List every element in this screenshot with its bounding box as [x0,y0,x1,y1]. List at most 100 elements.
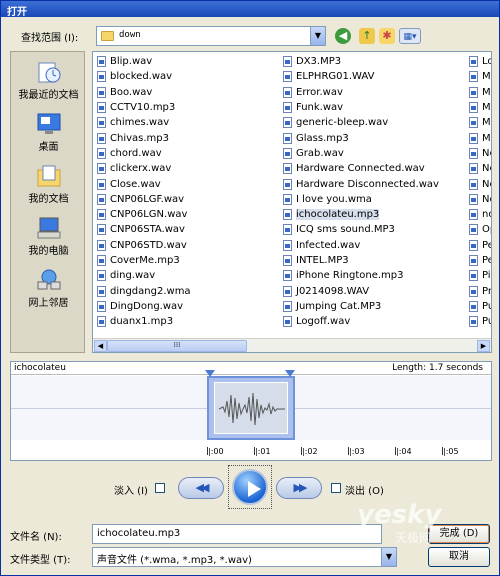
scroll-right-icon[interactable]: ▶ [477,340,490,352]
file-item[interactable]: Lo [469,54,491,69]
place-recent-documents[interactable]: 我最近的文档 [11,56,86,106]
file-item[interactable]: Hardware Connected.wav [283,161,439,176]
place-network[interactable]: 网上邻居 [11,264,86,314]
lookin-value: down [119,30,141,40]
audio-file-icon [469,224,478,236]
file-name: Pe [482,255,491,266]
file-item[interactable]: CNP06STA.wav [97,222,191,237]
file-item[interactable]: duanx1.mp3 [97,314,191,329]
file-item[interactable]: CCTV10.mp3 [97,100,191,115]
fade-in-checkbox[interactable] [155,483,165,493]
file-item[interactable]: Jumping Cat.MP3 [283,299,439,314]
new-folder-icon[interactable]: ✱ [379,28,395,44]
file-item[interactable]: Pr [469,283,492,298]
cancel-button[interactable]: 取消 [428,547,490,567]
file-item[interactable]: No [469,176,491,191]
file-name: M [482,86,491,98]
file-item[interactable]: chord.wav [97,146,191,161]
file-item[interactable]: ding.wav [97,268,191,283]
file-item[interactable]: M [469,100,491,115]
file-item[interactable]: Pu [469,299,491,314]
file-name: Logoff.wav [296,316,351,328]
file-item[interactable]: Hardware Disconnected.wav [283,176,439,191]
file-item[interactable]: J0214098.WAV [283,283,439,298]
file-item[interactable]: Pi [469,268,491,283]
file-item[interactable]: Glass.mp3 [283,130,439,145]
chevron-down-icon[interactable]: ▼ [381,548,396,566]
file-item[interactable]: DX3.MP3 [283,54,439,69]
file-item[interactable]: Funk.wav [283,100,439,115]
filetype-select[interactable]: 声音文件 (*.wma, *.mp3, *.wav) ▼ [92,547,397,567]
file-item[interactable]: Chivas.mp3 [97,130,191,145]
file-item[interactable]: INTEL.MP3 [283,253,439,268]
chevron-down-icon[interactable]: ▼ [310,27,325,45]
audio-file-icon [283,102,292,114]
lookin-combo[interactable]: down ▼ [96,26,326,46]
folder-icon [101,31,114,41]
file-item[interactable]: No [469,192,491,207]
file-item[interactable]: Blip.wav [97,54,191,69]
audio-file-icon [469,163,478,175]
horizontal-scrollbar[interactable]: ◀ ⁞⁞⁞ ▶ [93,338,491,352]
file-item[interactable]: ichocolateu.mp3 [283,207,439,222]
file-item[interactable]: chimes.wav [97,115,191,130]
file-item[interactable]: M [469,69,491,84]
file-item[interactable]: Logoff.wav [283,314,439,329]
place-desktop[interactable]: 桌面 [11,108,86,158]
file-item[interactable]: CNP06LGN.wav [97,207,191,222]
file-item[interactable]: Grab.wav [283,146,439,161]
filename-input[interactable]: ichocolateu.mp3 [92,524,382,544]
file-item[interactable]: clickerx.wav [97,161,191,176]
file-item[interactable]: CNP06LGF.wav [97,192,191,207]
file-item[interactable]: Boo.wav [97,85,191,100]
waveform-inner [214,382,288,434]
file-name: Op [482,224,491,236]
audio-file-icon [283,270,292,282]
audio-file-icon [283,56,292,68]
file-item[interactable]: DingDong.wav [97,299,191,314]
file-item[interactable]: Ne [469,161,491,176]
file-item[interactable]: Ne [469,146,491,161]
file-item[interactable]: generic-bleep.wav [283,115,439,130]
file-item[interactable]: dingdang2.wma [97,283,191,298]
scroll-thumb[interactable]: ⁞⁞⁞ [107,340,247,352]
file-item[interactable]: ELPHRG01.WAV [283,69,439,84]
back-icon[interactable]: ◀ [335,28,351,44]
file-item[interactable]: M [469,130,491,145]
audio-file-icon [469,132,478,144]
audio-file-icon [97,316,106,328]
file-item[interactable]: Infected.wav [283,238,439,253]
file-item[interactable]: Close.wav [97,176,191,191]
time-tick: |:03 [348,447,365,456]
file-item[interactable]: no [469,207,491,222]
rewind-button[interactable]: ◀◀ [178,477,224,499]
file-item[interactable]: CNP06STD.wav [97,238,191,253]
file-item[interactable]: M [469,85,491,100]
file-item[interactable]: blocked.wav [97,69,191,84]
selection-end-marker[interactable] [285,370,295,377]
waveform-selection[interactable] [207,376,295,440]
fade-out-checkbox[interactable] [331,483,341,493]
file-item[interactable]: Pe [469,238,491,253]
file-list[interactable]: Blip.wav blocked.wav Boo.wav CCTV10.mp3 chim… [92,51,492,353]
file-item[interactable]: Pu [469,314,491,329]
place-my-documents[interactable]: 我的文档 [11,160,86,210]
file-item[interactable]: iPhone Ringtone.mp3 [283,268,439,283]
file-item[interactable]: CoverMe.mp3 [97,253,191,268]
view-menu-icon[interactable]: ▦▾ [399,28,421,44]
file-item[interactable]: Op [469,222,491,237]
waveform-area[interactable] [11,370,491,440]
fast-forward-button[interactable]: ▶▶ [276,477,322,499]
filename-label: 文件名 (N): [10,532,62,543]
file-item[interactable]: ICQ sms sound.MP3 [283,222,439,237]
file-item[interactable]: Error.wav [283,85,439,100]
file-item[interactable]: M [469,115,491,130]
up-folder-icon[interactable]: ↑ [359,28,375,44]
play-button[interactable] [228,465,272,509]
file-name: Pr [482,285,492,297]
place-my-computer[interactable]: 我的电脑 [11,212,86,262]
selection-start-marker[interactable] [205,370,215,377]
file-item[interactable]: Pe [469,253,491,268]
scroll-left-icon[interactable]: ◀ [94,340,107,352]
file-item[interactable]: I love you.wma [283,192,439,207]
